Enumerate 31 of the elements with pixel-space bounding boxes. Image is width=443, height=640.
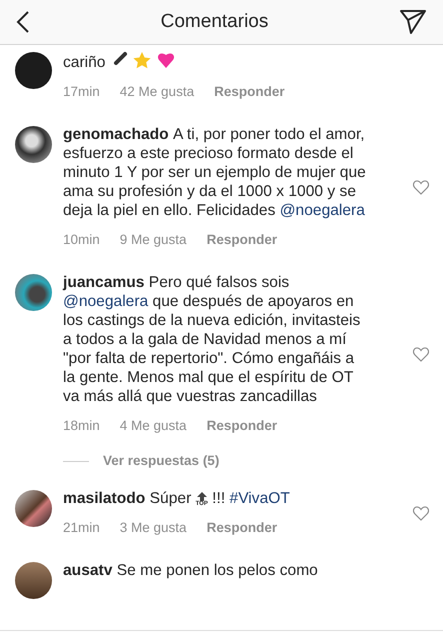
view-replies-link[interactable]: Ver respuestas (5)	[103, 451, 220, 472]
comment-time: 10min	[63, 231, 100, 249]
heart-emoji-icon	[156, 51, 175, 69]
likes-count[interactable]: 3 Me gusta	[120, 518, 187, 538]
comment-text: juancamus Pero qué falsos sois @noegalera que después de apoyaros en los castings de la nueva edición, invitasteis a todos a la gala de Navidad menos a mí "por falta de repertorio". Cómo engañáis a la gente. Menos mal que el espíritu de OT va más allá que vuestras zancadillas	[63, 273, 362, 406]
up-arrow-icon	[196, 492, 207, 501]
likes-count[interactable]: 9 Me gusta	[120, 230, 187, 249]
avatar[interactable]	[15, 562, 52, 600]
send-icon[interactable]	[399, 9, 427, 35]
comment-time: 17min	[63, 83, 100, 101]
screen-title: Comentarios	[160, 10, 268, 34]
reply-link[interactable]: Responder	[206, 230, 278, 249]
star-icon	[132, 51, 152, 69]
avatar[interactable]	[15, 52, 52, 89]
like-heart-icon[interactable]	[413, 346, 429, 362]
like-heart-icon[interactable]	[413, 506, 429, 521]
like-heart-icon[interactable]	[413, 180, 429, 194]
avatar[interactable]	[15, 274, 52, 311]
reply-link[interactable]: Responder	[214, 82, 285, 101]
likes-count[interactable]: 4 Me gusta	[120, 416, 187, 435]
avatar[interactable]	[15, 126, 52, 163]
comment-text: ausatv Se me ponen los pelos como	[63, 561, 319, 580]
likes-count[interactable]: 42 Me gusta	[120, 82, 194, 101]
reply-link[interactable]: Responder	[206, 518, 278, 538]
reply-link[interactable]: Responder	[206, 416, 278, 435]
comment-time: 18min	[63, 417, 100, 435]
avatar[interactable]	[15, 490, 52, 528]
comment-text: cariño	[63, 51, 369, 72]
comment-text: genomachado A ti, por poner todo el amor, esfuerzo a este precioso formato desde el minuto 1 Y por ser un ejemplo de mujer que ama su profesión y da el 1000 x 1000 y se deja la piel en ello. Felicidades @noegalera	[63, 125, 367, 220]
comment-time: 21min	[63, 519, 100, 538]
back-icon[interactable]	[16, 10, 30, 34]
